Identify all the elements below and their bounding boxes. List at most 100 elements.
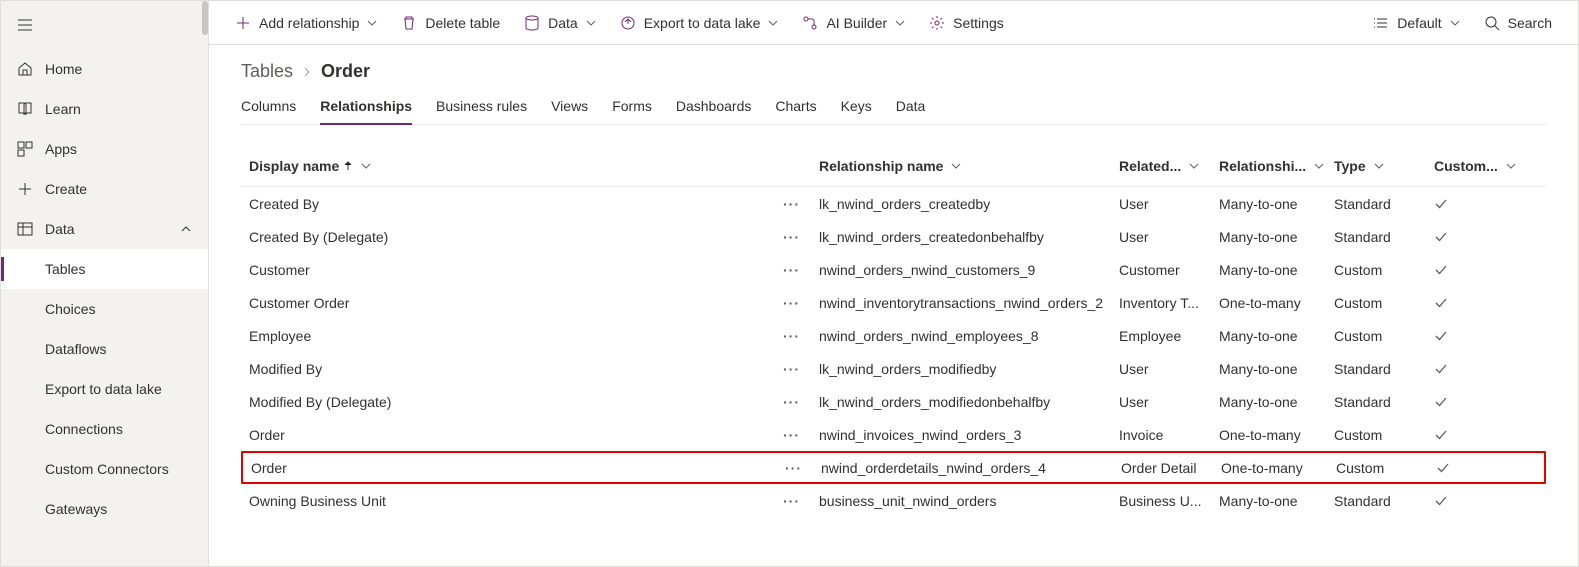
tab-relationships[interactable]: Relationships bbox=[320, 98, 412, 124]
sidebar-item-connections[interactable]: Connections bbox=[1, 409, 208, 449]
content: Tables Order Columns Relationships Busin… bbox=[209, 45, 1578, 566]
cell-relationship-name: lk_nwind_orders_createdonbehalfby bbox=[811, 229, 1111, 245]
cmd-label: Settings bbox=[953, 15, 1004, 31]
th-label: Custom... bbox=[1434, 158, 1498, 174]
cell-relationship-name: nwind_orders_nwind_customers_9 bbox=[811, 262, 1111, 278]
table-row[interactable]: Created By (Delegate)···lk_nwind_orders_… bbox=[241, 220, 1546, 253]
tab-charts[interactable]: Charts bbox=[775, 98, 816, 124]
search-button[interactable]: Search bbox=[1474, 7, 1562, 39]
th-label: Display name bbox=[249, 158, 339, 174]
tab-keys[interactable]: Keys bbox=[841, 98, 872, 124]
scroll-indicator[interactable] bbox=[202, 1, 208, 35]
cell-custom bbox=[1426, 230, 1516, 244]
col-related[interactable]: Related... bbox=[1111, 158, 1211, 174]
more-actions-icon[interactable]: ··· bbox=[779, 392, 804, 412]
nav-label: Tables bbox=[45, 261, 85, 277]
table-row[interactable]: Customer Order···nwind_inventorytransact… bbox=[241, 286, 1546, 319]
cell-custom bbox=[1426, 329, 1516, 343]
tab-forms[interactable]: Forms bbox=[612, 98, 652, 124]
chevron-up-icon[interactable] bbox=[180, 223, 192, 235]
cell-type: Standard bbox=[1326, 361, 1426, 377]
cell-type: Standard bbox=[1326, 493, 1426, 509]
cell-display-name: Order bbox=[241, 427, 771, 443]
tab-data[interactable]: Data bbox=[896, 98, 926, 124]
chevron-down-icon bbox=[768, 18, 778, 28]
more-actions-icon[interactable]: ··· bbox=[779, 194, 804, 214]
sidebar-item-export-to-data-lake[interactable]: Export to data lake bbox=[1, 369, 208, 409]
cell-relationship-type: Many-to-one bbox=[1211, 196, 1326, 212]
ai-builder-button[interactable]: AI Builder bbox=[792, 7, 915, 39]
breadcrumb-parent[interactable]: Tables bbox=[241, 61, 293, 82]
sidebar-item-data[interactable]: Data bbox=[1, 209, 208, 249]
col-type[interactable]: Type bbox=[1326, 158, 1426, 174]
more-actions-icon[interactable]: ··· bbox=[779, 326, 804, 346]
nav-label: Apps bbox=[45, 141, 77, 157]
home-icon bbox=[17, 61, 33, 77]
cell-type: Custom bbox=[1326, 427, 1426, 443]
chevron-down-icon bbox=[1506, 161, 1516, 171]
cell-actions: ··· bbox=[771, 491, 811, 511]
tab-dashboards[interactable]: Dashboards bbox=[676, 98, 752, 124]
nav-label: Custom Connectors bbox=[45, 461, 169, 477]
chevron-down-icon bbox=[1189, 161, 1199, 171]
cell-related: Employee bbox=[1111, 328, 1211, 344]
nav-label: Data bbox=[45, 221, 75, 237]
sidebar-item-choices[interactable]: Choices bbox=[1, 289, 208, 329]
check-icon bbox=[1434, 494, 1448, 508]
col-relationship-name[interactable]: Relationship name bbox=[811, 158, 1111, 174]
check-icon bbox=[1434, 362, 1448, 376]
cell-display-name: Customer Order bbox=[241, 295, 771, 311]
settings-button[interactable]: Settings bbox=[919, 7, 1014, 39]
table-row[interactable]: Modified By···lk_nwind_orders_modifiedby… bbox=[241, 352, 1546, 385]
table-row[interactable]: Employee···nwind_orders_nwind_employees_… bbox=[241, 319, 1546, 352]
more-actions-icon[interactable]: ··· bbox=[779, 260, 804, 280]
sidebar-item-create[interactable]: Create bbox=[1, 169, 208, 209]
nav-label: Create bbox=[45, 181, 87, 197]
sidebar-item-learn[interactable]: Learn bbox=[1, 89, 208, 129]
nav-label: Dataflows bbox=[45, 341, 106, 357]
more-actions-icon[interactable]: ··· bbox=[779, 359, 804, 379]
cell-relationship-type: One-to-many bbox=[1213, 460, 1328, 476]
more-actions-icon[interactable]: ··· bbox=[781, 458, 806, 478]
sidebar-item-home[interactable]: Home bbox=[1, 49, 208, 89]
hamburger-icon[interactable] bbox=[17, 17, 33, 33]
chevron-down-icon bbox=[1374, 161, 1384, 171]
check-icon bbox=[1434, 395, 1448, 409]
sidebar-item-tables[interactable]: Tables bbox=[1, 249, 208, 289]
sidebar-item-dataflows[interactable]: Dataflows bbox=[1, 329, 208, 369]
cell-relationship-name: lk_nwind_orders_modifiedonbehalfby bbox=[811, 394, 1111, 410]
view-default-button[interactable]: Default bbox=[1363, 7, 1469, 39]
tab-business-rules[interactable]: Business rules bbox=[436, 98, 527, 124]
cell-relationship-type: One-to-many bbox=[1211, 295, 1326, 311]
more-actions-icon[interactable]: ··· bbox=[779, 425, 804, 445]
table-row[interactable]: Owning Business Unit···business_unit_nwi… bbox=[241, 484, 1546, 517]
cell-custom bbox=[1426, 395, 1516, 409]
tab-views[interactable]: Views bbox=[551, 98, 588, 124]
sidebar-item-custom-connectors[interactable]: Custom Connectors bbox=[1, 449, 208, 489]
table-row[interactable]: Modified By (Delegate)···lk_nwind_orders… bbox=[241, 385, 1546, 418]
more-actions-icon[interactable]: ··· bbox=[779, 227, 804, 247]
cell-actions: ··· bbox=[771, 260, 811, 280]
col-display-name[interactable]: Display name bbox=[241, 158, 771, 174]
th-label: Relationshi... bbox=[1219, 158, 1306, 174]
tab-columns[interactable]: Columns bbox=[241, 98, 296, 124]
more-actions-icon[interactable]: ··· bbox=[779, 293, 804, 313]
col-relationship-type[interactable]: Relationshi... bbox=[1211, 158, 1326, 174]
cell-type: Custom bbox=[1328, 460, 1428, 476]
add-relationship-button[interactable]: Add relationship bbox=[225, 7, 387, 39]
table-row[interactable]: Created By···lk_nwind_orders_createdbyUs… bbox=[241, 187, 1546, 220]
sidebar-item-apps[interactable]: Apps bbox=[1, 129, 208, 169]
delete-table-button[interactable]: Delete table bbox=[391, 7, 510, 39]
learn-icon bbox=[17, 101, 33, 117]
table-row[interactable]: Order···nwind_orderdetails_nwind_orders_… bbox=[241, 451, 1546, 484]
cell-custom bbox=[1428, 461, 1518, 475]
more-actions-icon[interactable]: ··· bbox=[779, 491, 804, 511]
apps-icon bbox=[17, 141, 33, 157]
cell-relationship-type: Many-to-one bbox=[1211, 328, 1326, 344]
table-row[interactable]: Customer···nwind_orders_nwind_customers_… bbox=[241, 253, 1546, 286]
col-custom[interactable]: Custom... bbox=[1426, 158, 1516, 174]
export-to-data-lake-button[interactable]: Export to data lake bbox=[610, 7, 789, 39]
table-row[interactable]: Order···nwind_invoices_nwind_orders_3Inv… bbox=[241, 418, 1546, 451]
sidebar-item-gateways[interactable]: Gateways bbox=[1, 489, 208, 529]
data-button[interactable]: Data bbox=[514, 7, 606, 39]
